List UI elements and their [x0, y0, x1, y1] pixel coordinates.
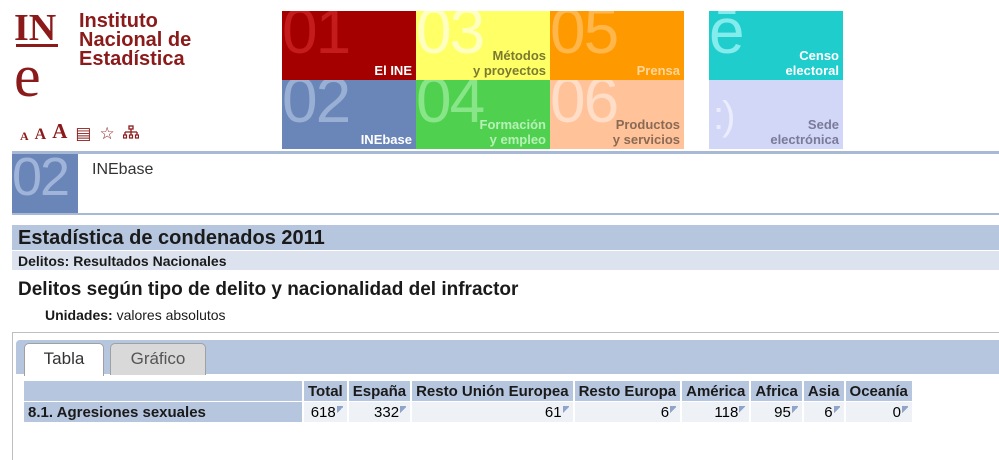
units-label: Unidades:: [45, 307, 113, 323]
tile-label: El INE: [374, 63, 412, 78]
tile-number: :): [713, 94, 735, 138]
cell-note-icon[interactable]: [400, 405, 407, 414]
statistic-subtitle-bar: Delitos: Resultados Nacionales: [12, 251, 999, 270]
tile-label: Productos y servicios: [613, 117, 680, 147]
column-header[interactable]: América: [682, 381, 750, 401]
accessibility-tools: A A A ▤ ☆: [20, 119, 139, 144]
tile-label: Sede electrónica: [770, 117, 839, 147]
cell-note-icon[interactable]: [336, 405, 343, 414]
tile-label-line-1: Censo: [799, 48, 839, 63]
cell-value: 118: [714, 403, 739, 421]
logo-text[interactable]: Instituto Nacional de Estadística: [79, 11, 191, 70]
section-divider: [12, 151, 999, 154]
table-cell: 332: [348, 402, 411, 422]
ine-logo-mark[interactable]: IN e: [14, 8, 64, 100]
nav-tile-el-ine[interactable]: 01 El INE: [282, 11, 416, 80]
cell-note-icon[interactable]: [739, 405, 746, 414]
cell-value: 95: [774, 403, 791, 421]
nav-tile-productos-servicios[interactable]: 06 Productos y servicios: [550, 80, 684, 149]
tile-label-line-2: electoral: [785, 63, 839, 78]
cell-note-icon[interactable]: [670, 405, 677, 414]
nav-tile-inebase[interactable]: 02 INEbase: [282, 80, 416, 149]
tile-number: ē: [709, 11, 745, 67]
font-size-large-button[interactable]: A: [52, 119, 67, 144]
cell-value: 618: [310, 403, 336, 421]
tile-number: 04: [416, 80, 485, 136]
cell-value: 332: [374, 403, 400, 421]
statistic-subtitle: Delitos: Resultados Nacionales: [18, 253, 227, 269]
logo-line-3: Estadística: [79, 48, 185, 70]
tile-label-line-1: Sede: [807, 117, 839, 132]
tile-label-line-2: y proyectos: [473, 63, 546, 78]
column-header[interactable]: Oceanía: [845, 381, 912, 401]
header-corner: [24, 381, 302, 401]
cell-note-icon[interactable]: [562, 405, 569, 414]
tile-label-line-1: Métodos: [492, 48, 546, 63]
table-header-row: Total España Resto Unión Europea Resto E…: [24, 381, 912, 401]
table-title: Delitos según tipo de delito y nacionali…: [18, 279, 519, 300]
nav-tile-prensa[interactable]: 05 Prensa: [550, 11, 684, 80]
table-cell: 6: [574, 402, 681, 422]
column-header[interactable]: Total: [304, 381, 347, 401]
table-cell: 95: [751, 402, 802, 422]
section-badge: 02: [12, 154, 78, 213]
table-cell: 6: [803, 402, 844, 422]
column-header[interactable]: Asia: [803, 381, 844, 401]
table-cell: 0: [845, 402, 912, 422]
section-divider-bottom: [12, 213, 999, 215]
font-size-small-button[interactable]: A: [20, 129, 29, 144]
statistic-title: Estadística de condenados 2011: [18, 227, 325, 249]
tile-number: 02: [282, 80, 351, 136]
column-header[interactable]: Africa: [751, 381, 802, 401]
tile-label: Censo electoral: [786, 48, 839, 78]
cell-note-icon[interactable]: [791, 405, 798, 414]
star-icon[interactable]: ☆: [99, 124, 114, 144]
tile-label-line-2: y empleo: [489, 132, 546, 147]
data-table: Total España Resto Unión Europea Resto E…: [22, 380, 914, 423]
table-cell: 61: [412, 402, 573, 422]
section-number: 02: [12, 154, 70, 207]
tile-number: 01: [282, 11, 351, 67]
nav-tile-formacion-empleo[interactable]: 04 Formación y empleo: [416, 80, 550, 149]
tile-label: Prensa: [636, 63, 680, 78]
tile-number: 06: [550, 80, 619, 136]
column-header[interactable]: España: [348, 381, 411, 401]
tab-strip: Tabla Gráfico: [16, 340, 999, 376]
tile-label-line-2: electrónica: [770, 132, 839, 147]
tile-number: 05: [550, 11, 619, 67]
list-icon[interactable]: ▤: [75, 124, 91, 144]
column-header[interactable]: Resto Europa: [574, 381, 681, 401]
font-size-medium-button[interactable]: A: [35, 126, 47, 144]
tab-tabla[interactable]: Tabla: [24, 343, 104, 376]
row-label[interactable]: 8.1. Agresiones sexuales: [24, 402, 302, 422]
nav-tile-metodos-proyectos[interactable]: 03 Métodos y proyectos: [416, 11, 550, 80]
cell-value: 0: [892, 403, 901, 421]
cell-value: 6: [660, 403, 670, 421]
tile-label-line-1: Productos: [615, 117, 680, 132]
tile-label: Formación y empleo: [480, 117, 546, 147]
logo-mark-bottom: e: [14, 43, 41, 100]
cell-note-icon[interactable]: [833, 405, 840, 414]
units-value: valores absolutos: [112, 307, 226, 323]
cell-value: 6: [824, 403, 833, 421]
units-line: Unidades: valores absolutos: [45, 307, 226, 323]
tile-label-line-2: y servicios: [612, 132, 680, 147]
tile-label-line-1: Formación: [479, 117, 546, 132]
sitemap-icon[interactable]: [122, 124, 139, 144]
table-cell: 118: [682, 402, 750, 422]
table-cell: 618: [304, 402, 347, 422]
column-header[interactable]: Resto Unión Europea: [412, 381, 573, 401]
tile-label: INEbase: [360, 132, 412, 147]
nav-tile-sede-electronica[interactable]: :) Sede electrónica: [709, 80, 843, 149]
table-row: 8.1. Agresiones sexuales 618 332 61 6 11…: [24, 402, 912, 422]
nav-tile-censo-electoral[interactable]: ē Censo electoral: [709, 11, 843, 80]
tile-label: Métodos y proyectos: [473, 48, 546, 78]
statistic-title-bar: Estadística de condenados 2011: [12, 225, 999, 250]
section-title[interactable]: INEbase: [92, 161, 153, 179]
tab-grafico[interactable]: Gráfico: [110, 343, 206, 375]
cell-value: 61: [544, 403, 562, 421]
cell-note-icon[interactable]: [901, 405, 908, 414]
